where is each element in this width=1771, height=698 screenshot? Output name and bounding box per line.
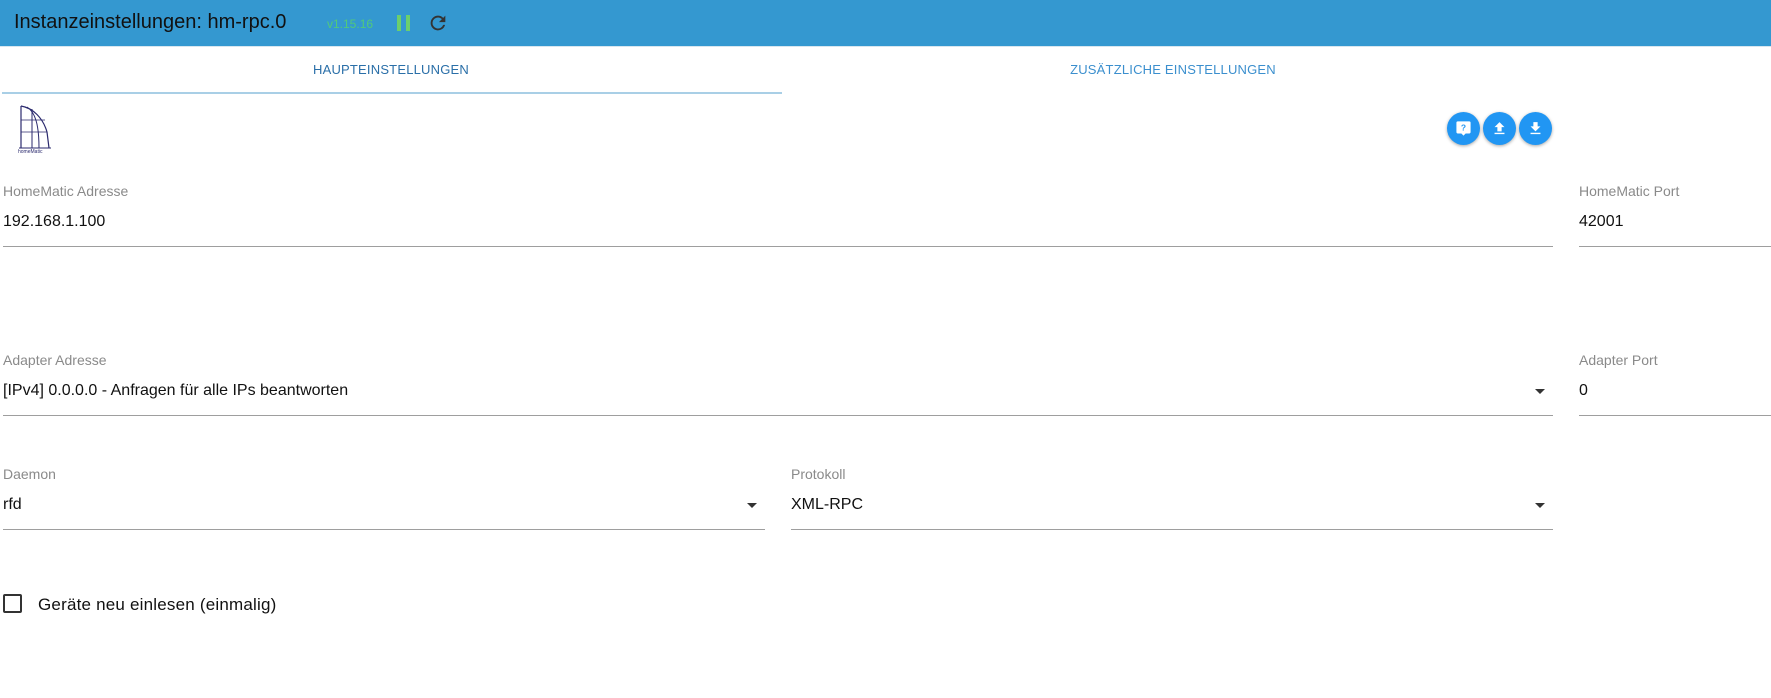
logo-text: homeMatic bbox=[18, 149, 43, 154]
help-icon: ? bbox=[1456, 121, 1471, 136]
protocol-select[interactable]: XML-RPC bbox=[791, 495, 863, 515]
homematic-port-input[interactable]: 42001 bbox=[1579, 212, 1624, 232]
protocol-label: Protokoll bbox=[791, 466, 846, 482]
daemon-underline bbox=[3, 529, 765, 530]
reload-icon[interactable] bbox=[427, 12, 449, 34]
homematic-address-input[interactable]: 192.168.1.100 bbox=[3, 212, 105, 232]
homematic-port-label: HomeMatic Port bbox=[1579, 183, 1680, 199]
adapter-port-label: Adapter Port bbox=[1579, 352, 1658, 368]
svg-text:?: ? bbox=[1461, 123, 1466, 133]
homematic-address-underline bbox=[3, 246, 1553, 247]
title-bar: Instanzeinstellungen: hm-rpc.0 v1.15.16 bbox=[0, 0, 1771, 46]
pause-icon[interactable] bbox=[397, 15, 411, 31]
protocol-chevron-down-icon[interactable] bbox=[1535, 503, 1545, 508]
homematic-port-underline bbox=[1579, 246, 1771, 247]
version-label: v1.15.16 bbox=[327, 17, 374, 31]
upload-icon bbox=[1494, 122, 1505, 135]
reread-devices-label[interactable]: Geräte neu einlesen (einmalig) bbox=[38, 595, 276, 615]
page-title: Instanzeinstellungen: hm-rpc.0 bbox=[14, 11, 287, 33]
homematic-address-label: HomeMatic Adresse bbox=[3, 183, 129, 199]
daemon-select[interactable]: rfd bbox=[3, 495, 22, 515]
adapter-port-underline bbox=[1579, 415, 1771, 416]
adapter-address-label: Adapter Adresse bbox=[3, 352, 107, 368]
tab-main-settings[interactable]: HAUPTEINSTELLUNGEN bbox=[0, 62, 782, 78]
download-button[interactable] bbox=[1519, 112, 1552, 145]
reread-devices-checkbox[interactable] bbox=[3, 594, 22, 613]
daemon-chevron-down-icon[interactable] bbox=[747, 503, 757, 508]
homematic-logo: homeMatic bbox=[17, 102, 53, 155]
help-button[interactable]: ? bbox=[1447, 112, 1480, 145]
tab-additional-settings[interactable]: ZUSÄTZLICHE EINSTELLUNGEN bbox=[782, 62, 1564, 78]
adapter-address-underline bbox=[3, 415, 1553, 416]
adapter-address-chevron-down-icon[interactable] bbox=[1535, 389, 1545, 394]
protocol-underline bbox=[791, 529, 1553, 530]
adapter-port-input[interactable]: 0 bbox=[1579, 381, 1588, 401]
upload-button[interactable] bbox=[1483, 112, 1516, 145]
download-icon bbox=[1530, 122, 1541, 135]
active-tab-indicator bbox=[2, 92, 782, 94]
adapter-address-select[interactable]: [IPv4] 0.0.0.0 - Anfragen für alle IPs b… bbox=[3, 381, 348, 401]
daemon-label: Daemon bbox=[3, 466, 56, 482]
header-divider bbox=[0, 46, 1771, 47]
